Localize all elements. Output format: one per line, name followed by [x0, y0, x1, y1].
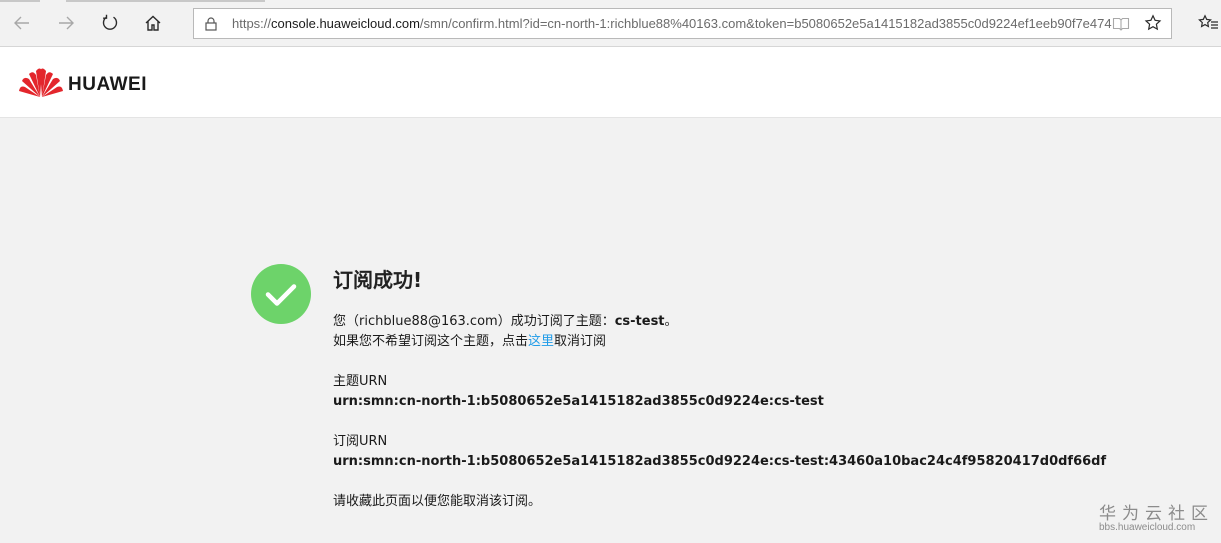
message-prefix: 您（richblue88@163.com）成功订阅了主题：: [333, 314, 615, 329]
watermark-title: 华为云社区: [1099, 504, 1214, 524]
address-bar[interactable]: https://console.huaweicloud.com/smn/conf…: [193, 8, 1172, 39]
unsubscribe-prefix: 如果您不希望订阅这个主题，点击: [333, 334, 529, 349]
site-header: HUAWEI: [0, 47, 1221, 118]
topic-name: cs-test: [614, 314, 665, 329]
success-icon: [251, 264, 311, 324]
huawei-logo-icon[interactable]: [19, 66, 63, 99]
arrow-right-icon: [59, 16, 74, 30]
checkmark-icon: [265, 284, 297, 306]
bookmark-note: 请收藏此页面以便您能取消该订阅。: [333, 494, 542, 509]
home-button[interactable]: [136, 6, 170, 40]
subscription-urn-value: urn:smn:cn-north-1:b5080652e5a1415182ad3…: [333, 454, 1107, 469]
forward-button[interactable]: [49, 6, 83, 40]
subscription-urn-label: 订阅URN: [333, 434, 388, 449]
url-text[interactable]: https://console.huaweicloud.com/smn/conf…: [232, 9, 1112, 38]
tab-indicator: [0, 0, 40, 2]
unsubscribe-message: 如果您不希望订阅这个主题，点击这里取消订阅: [333, 332, 1193, 352]
topic-urn-label: 主题URN: [333, 374, 388, 389]
refresh-icon: [102, 14, 118, 30]
browser-toolbar: https://console.huaweicloud.com/smn/conf…: [0, 0, 1221, 47]
topic-urn-value: urn:smn:cn-north-1:b5080652e5a1415182ad3…: [333, 394, 824, 409]
watermark-subtitle: bbs.huaweicloud.com: [1099, 522, 1196, 533]
back-button[interactable]: [5, 6, 39, 40]
arrow-left-icon: [14, 16, 29, 30]
reading-view-icon[interactable]: [1112, 16, 1130, 31]
confirmation-content: 订阅成功! 您（richblue88@163.com）成功订阅了主题：cs-te…: [333, 266, 1193, 512]
subscription-message: 您（richblue88@163.com）成功订阅了主题：cs-test。: [333, 312, 1193, 332]
brand-name: HUAWEI: [68, 74, 147, 95]
url-scheme: https://: [232, 16, 272, 31]
unsubscribe-suffix: 取消订阅: [554, 334, 607, 349]
home-icon: [145, 15, 161, 31]
favorite-star-icon[interactable]: [1144, 14, 1162, 32]
favorites-hub-icon[interactable]: [1198, 14, 1218, 32]
tab-indicator: [66, 0, 265, 2]
unsubscribe-link[interactable]: 这里: [528, 334, 554, 349]
url-path: /smn/confirm.html?id=cn-north-1:richblue…: [419, 16, 1112, 31]
refresh-button[interactable]: [93, 6, 127, 40]
url-host: console.huaweicloud.com: [271, 16, 420, 31]
lock-icon: [205, 17, 217, 31]
page-title: 订阅成功!: [333, 268, 423, 292]
message-suffix: 。: [664, 314, 678, 329]
